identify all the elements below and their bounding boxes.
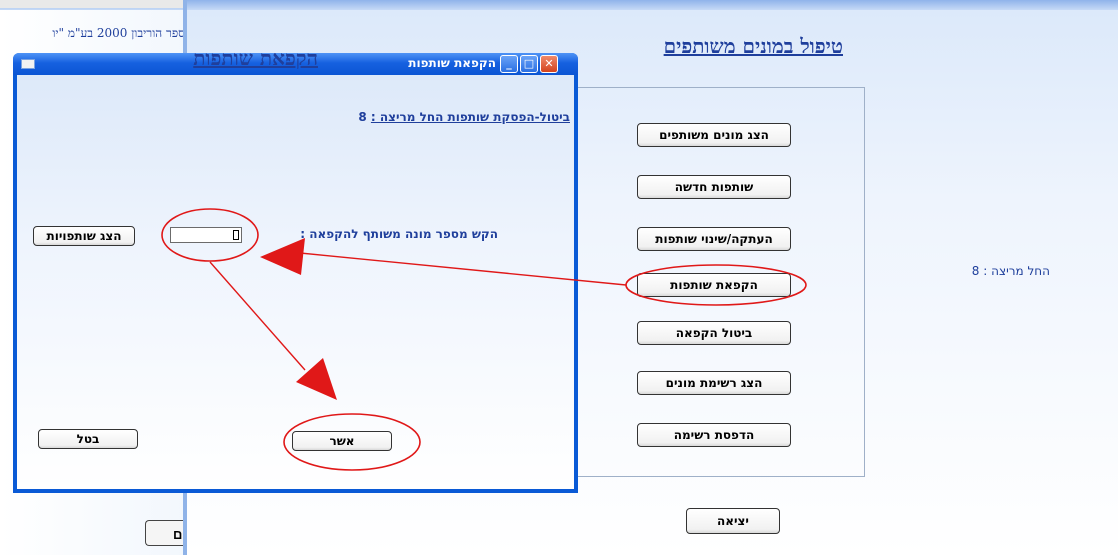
- annotation-arrow-line-1: [299, 252, 627, 286]
- annotation-overlay: [161, 208, 807, 471]
- annotation-arrowhead-1: [260, 238, 305, 275]
- annotation-circle-ok: [283, 413, 421, 471]
- annotation-arrow-line-2: [209, 261, 306, 371]
- annotation-circle-freeze: [625, 264, 807, 306]
- annotation-circle-input: [161, 208, 259, 262]
- annotation-arrowhead-2: [296, 358, 337, 400]
